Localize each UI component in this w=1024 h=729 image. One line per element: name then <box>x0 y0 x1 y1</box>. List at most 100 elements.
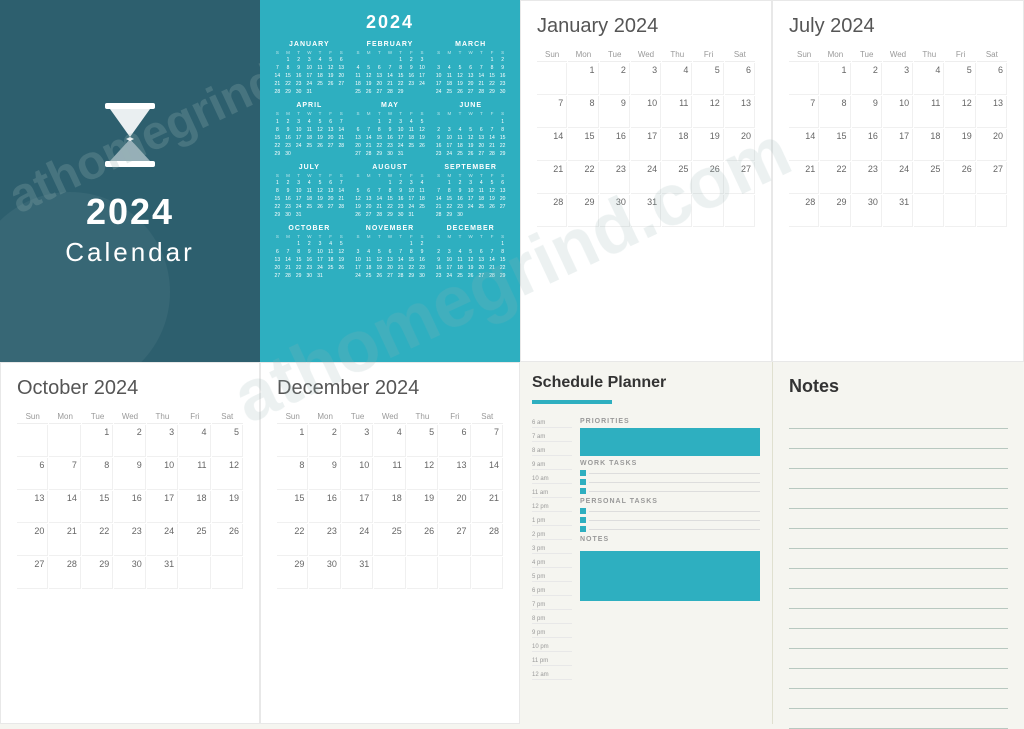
mini-month-october: OCTOBERSMTWTFS12345678910111213141516171… <box>272 225 347 280</box>
personal-task-dot-1 <box>580 508 586 514</box>
cal-header: Tue <box>342 410 373 424</box>
cover-cell: athomegrind.com 2024 Calendar <box>0 0 260 362</box>
cal-day: 18 <box>914 129 944 161</box>
year-grid: JANUARYSMTWTFS12345678910111213141516171… <box>272 41 508 280</box>
year-title: 2024 <box>272 12 508 33</box>
cal-header: Sun <box>17 410 48 424</box>
cal-day: 25 <box>914 162 944 194</box>
personal-task-line-3 <box>580 526 760 532</box>
time-slot: 9 pm <box>532 624 572 638</box>
cal-day <box>725 195 755 227</box>
cal-header: Thu <box>662 48 692 62</box>
cal-header: Fri <box>693 48 723 62</box>
cal-day: 12 <box>945 96 975 128</box>
cal-day: 23 <box>309 524 340 556</box>
cal-day: 27 <box>17 557 48 589</box>
cal-day: 24 <box>342 524 373 556</box>
schedule-times: 6 am7 am8 am9 am10 am11 am12 pm1 pm2 pm3… <box>532 414 572 680</box>
cal-day: 27 <box>439 524 470 556</box>
task-line-3 <box>580 488 760 494</box>
task-text-3 <box>589 491 760 492</box>
cal-day: 22 <box>277 524 308 556</box>
cal-day: 30 <box>309 557 340 589</box>
time-slot: 6 am <box>532 414 572 428</box>
note-line <box>789 529 1008 549</box>
cal-day: 17 <box>342 491 373 523</box>
cal-day: 26 <box>407 524 438 556</box>
note-line <box>789 629 1008 649</box>
cal-header: Mon <box>820 48 850 62</box>
task-line-2 <box>580 479 760 485</box>
cal-day: 24 <box>883 162 913 194</box>
july-title: July 2024 <box>789 15 1007 38</box>
personal-task-line-2 <box>580 517 760 523</box>
cal-day: 31 <box>147 557 178 589</box>
cal-day: 8 <box>277 458 308 490</box>
cal-day: 14 <box>49 491 80 523</box>
cal-day: 2 <box>852 63 882 95</box>
mini-month-december: DECEMBERSMTWTFS1234567891011121314151617… <box>433 225 508 280</box>
cal-header: Wed <box>374 410 405 424</box>
december-calendar: SunMonTueWedThuFriSat1234567891011121314… <box>277 410 503 589</box>
cal-day: 12 <box>693 96 723 128</box>
cal-day: 26 <box>945 162 975 194</box>
year-overview-cell: 2024 JANUARYSMTWTFS123456789101112131415… <box>260 0 520 362</box>
personal-task-dot-2 <box>580 517 586 523</box>
cal-day: 19 <box>212 491 243 523</box>
time-slot: 10 pm <box>532 638 572 652</box>
october-cell: October 2024 SunMonTueWedThuFriSat 12345… <box>0 362 260 724</box>
cal-day: 15 <box>277 491 308 523</box>
cal-day: 16 <box>114 491 145 523</box>
cal-header: Wed <box>114 410 145 424</box>
cal-header: Sat <box>725 48 755 62</box>
cal-day: 28 <box>49 557 80 589</box>
cal-day: 19 <box>945 129 975 161</box>
priorities-box <box>580 428 760 456</box>
cal-day: 11 <box>179 458 210 490</box>
cal-day: 26 <box>212 524 243 556</box>
cal-header: Thu <box>914 48 944 62</box>
july-cell: July 2024 SunMonTueWedThuFriSat 12345678… <box>772 0 1024 362</box>
cal-day: 9 <box>114 458 145 490</box>
cal-day: 10 <box>883 96 913 128</box>
time-slot: 11 pm <box>532 652 572 666</box>
time-slot: 1 pm <box>532 512 572 526</box>
cal-day: 7 <box>789 96 819 128</box>
mini-month-april: APRILSMTWTFS1234567891011121314151617181… <box>272 102 347 157</box>
personal-task-text-2 <box>589 520 760 521</box>
july-calendar: SunMonTueWedThuFriSat 123456789101112131… <box>789 48 1007 227</box>
cal-day <box>977 195 1007 227</box>
cal-day: 11 <box>374 458 405 490</box>
mini-month-august: AUGUSTSMTWTFS123456789101112131415161718… <box>353 164 428 219</box>
cal-day: 4 <box>374 425 405 457</box>
notes-label: NOTES <box>580 536 760 543</box>
cal-day: 14 <box>537 129 567 161</box>
personal-task-dot-3 <box>580 526 586 532</box>
january-title: January 2024 <box>537 15 755 38</box>
cal-day: 4 <box>914 63 944 95</box>
mini-month-january: JANUARYSMTWTFS12345678910111213141516171… <box>272 41 347 96</box>
cal-day: 8 <box>82 458 113 490</box>
cal-day <box>49 425 80 457</box>
cal-day <box>472 557 503 589</box>
cal-day: 21 <box>49 524 80 556</box>
cal-day: 14 <box>789 129 819 161</box>
cal-day: 27 <box>977 162 1007 194</box>
notes-cell: Notes <box>772 362 1024 724</box>
cal-day: 4 <box>179 425 210 457</box>
cal-day: 30 <box>852 195 882 227</box>
cal-day <box>17 425 48 457</box>
cal-day <box>662 195 692 227</box>
cal-header: Fri <box>439 410 470 424</box>
task-text-2 <box>589 482 760 483</box>
mini-month-march: MARCHSMTWTFS1234567891011121314151617181… <box>433 41 508 96</box>
cal-day: 3 <box>631 63 661 95</box>
cal-day: 2 <box>114 425 145 457</box>
note-line <box>789 689 1008 709</box>
cal-day: 6 <box>17 458 48 490</box>
note-line <box>789 489 1008 509</box>
cal-day: 12 <box>212 458 243 490</box>
time-slot: 6 pm <box>532 582 572 596</box>
notes-box <box>580 551 760 601</box>
task-line-1 <box>580 470 760 476</box>
